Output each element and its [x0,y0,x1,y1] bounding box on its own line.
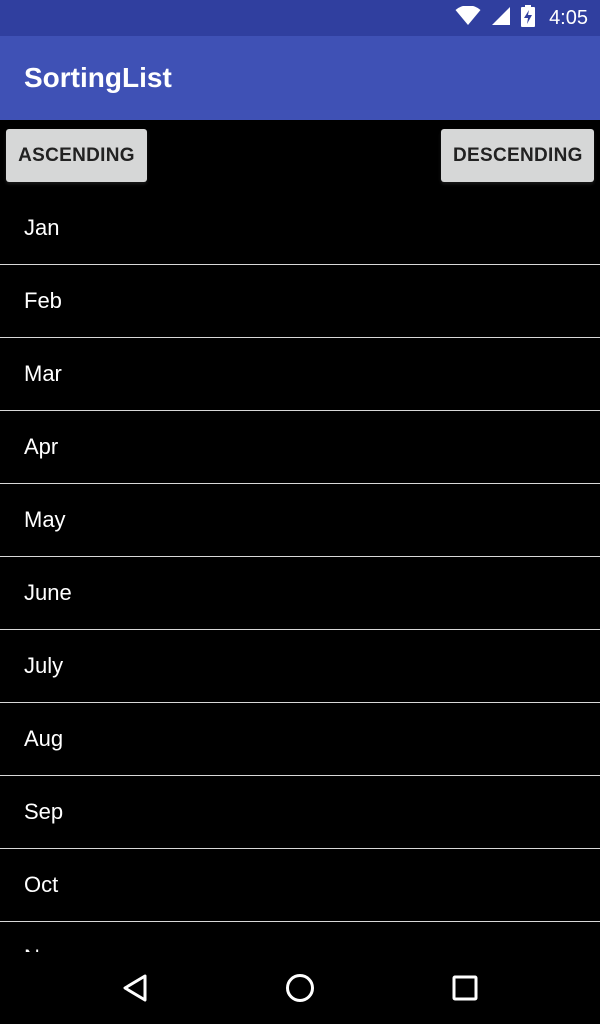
cell-signal-icon [491,6,511,31]
status-time: 4:05 [549,6,588,29]
screen: 4:05 SortingList ASCENDING DESCENDING Ja… [0,0,600,1024]
navigation-bar [0,952,600,1024]
descending-button[interactable]: DESCENDING [441,129,594,182]
ascending-button[interactable]: ASCENDING [6,129,147,182]
list-item[interactable]: Oct [0,849,600,922]
wifi-icon [455,4,481,31]
recent-apps-icon[interactable] [445,968,485,1008]
app-title: SortingList [24,62,172,93]
list-item[interactable]: June [0,557,600,630]
list-item[interactable]: Sep [0,776,600,849]
status-bar: 4:05 [0,0,600,36]
list-item[interactable]: July [0,630,600,703]
list-item[interactable]: Nov [0,922,600,952]
list-item[interactable]: Mar [0,338,600,411]
app-bar: SortingList [0,36,600,120]
month-list[interactable]: Jan Feb Mar Apr May June July Aug Sep Oc… [0,192,600,952]
list-item[interactable]: Jan [0,192,600,265]
list-item[interactable]: May [0,484,600,557]
list-item[interactable]: Aug [0,703,600,776]
battery-charging-icon [521,4,536,32]
list-item[interactable]: Apr [0,411,600,484]
list-item[interactable]: Feb [0,265,600,338]
home-icon[interactable] [280,968,320,1008]
sort-button-row: ASCENDING DESCENDING [0,129,600,183]
back-icon[interactable] [115,968,155,1008]
status-icons: 4:05 [455,0,588,36]
